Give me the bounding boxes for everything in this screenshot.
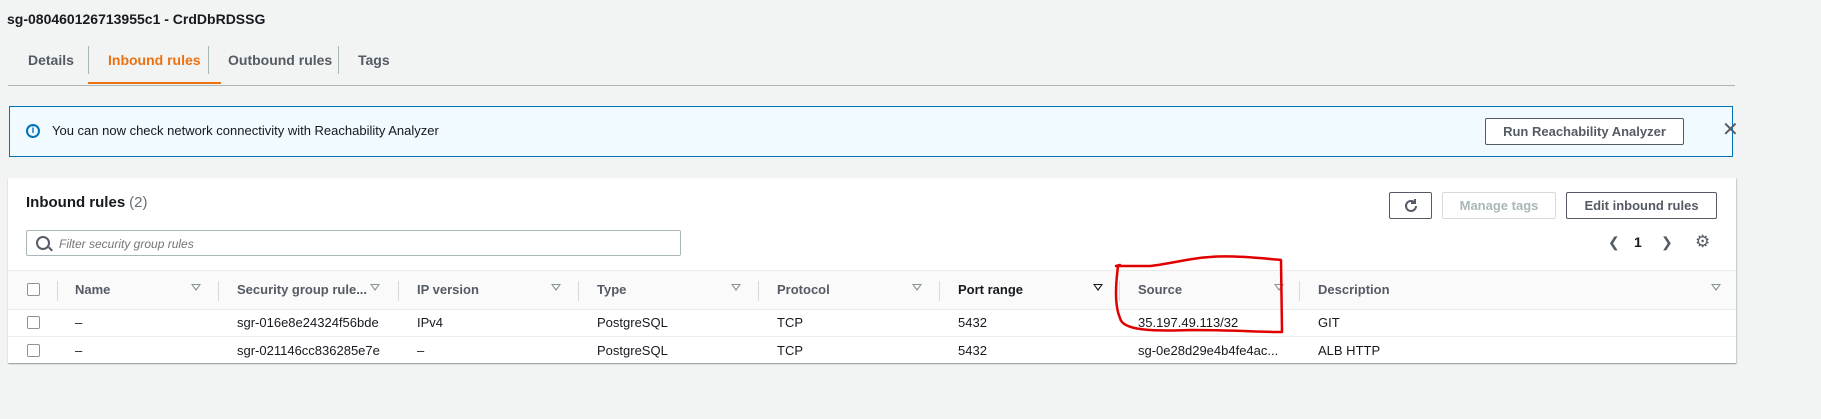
column-divider: [398, 281, 399, 301]
cell-type: PostgreSQL: [597, 315, 668, 330]
column-header-source[interactable]: Source: [1138, 282, 1182, 297]
column-header-name[interactable]: Name: [75, 282, 110, 297]
column-divider: [758, 281, 759, 301]
alert-message: You can now check network connectivity w…: [52, 123, 439, 138]
sort-icon[interactable]: [551, 284, 561, 291]
cell-ip-version: –: [417, 343, 425, 358]
cell-name: –: [75, 315, 83, 330]
page-title: sg-080460126713955c1 - CrdDbRDSSG: [7, 11, 266, 27]
cell-protocol: TCP: [777, 343, 803, 358]
edit-inbound-rules-button[interactable]: Edit inbound rules: [1566, 192, 1717, 219]
chevron-right-icon[interactable]: ❯: [1661, 234, 1673, 251]
sort-icon[interactable]: [912, 284, 922, 291]
column-header-description[interactable]: Description: [1318, 282, 1390, 297]
manage-tags-button[interactable]: Manage tags: [1442, 192, 1556, 219]
column-divider: [1119, 281, 1120, 301]
column-header-type[interactable]: Type: [597, 282, 626, 297]
close-icon[interactable]: ✕: [1722, 120, 1739, 140]
sort-icon[interactable]: [731, 284, 741, 291]
table-row[interactable]: – sgr-021146cc836285e7e – PostgreSQL TCP…: [8, 337, 1736, 364]
sort-icon[interactable]: [1093, 284, 1103, 291]
column-divider: [939, 281, 940, 301]
column-divider: [1299, 281, 1300, 301]
gear-icon[interactable]: ⚙: [1695, 232, 1710, 252]
cell-port-range: 5432: [958, 315, 987, 330]
column-header-port-range[interactable]: Port range: [958, 282, 1023, 297]
cell-ip-version: IPv4: [417, 315, 444, 330]
row-checkbox[interactable]: [27, 344, 40, 357]
table-header: Name Security group rule... IP version T…: [8, 270, 1736, 310]
cell-protocol: TCP: [777, 315, 803, 330]
inbound-rules-panel: Inbound rules (2) Manage tags Edit inboun…: [8, 178, 1736, 363]
chevron-left-icon[interactable]: ❮: [1608, 234, 1620, 251]
column-header-ip-version[interactable]: IP version: [417, 282, 479, 297]
cell-name: –: [75, 343, 83, 358]
rule-count: (2): [129, 194, 148, 211]
info-alert: i You can now check network connectivity…: [9, 106, 1739, 157]
info-icon: i: [26, 124, 40, 138]
tab-outbound-rules[interactable]: Outbound rules: [208, 40, 352, 84]
search-icon: [36, 236, 50, 250]
panel-title-text: Inbound rules: [26, 194, 126, 211]
cell-source: sg-0e28d29e4b4fe4ac...: [1138, 343, 1279, 358]
run-reachability-analyzer-button[interactable]: Run Reachability Analyzer: [1485, 118, 1684, 145]
page-number[interactable]: 1: [1634, 234, 1642, 250]
panel-title: Inbound rules (2): [26, 194, 148, 211]
cell-port-range: 5432: [958, 343, 987, 358]
search-input[interactable]: [57, 234, 661, 254]
refresh-icon: [1404, 199, 1417, 212]
tab-bar: Details Inbound rules Outbound rules Tag…: [8, 40, 1735, 86]
sort-icon[interactable]: [370, 284, 380, 291]
refresh-button[interactable]: [1389, 192, 1432, 219]
table-row[interactable]: – sgr-016e8e24324f56bde IPv4 PostgreSQL …: [8, 309, 1736, 337]
column-header-rule-id[interactable]: Security group rule...: [237, 282, 367, 297]
column-divider: [218, 281, 219, 301]
column-divider: [578, 281, 579, 301]
cell-source: 35.197.49.113/32: [1138, 315, 1239, 330]
filter-search-box: [26, 230, 681, 256]
sort-icon[interactable]: [1711, 284, 1721, 291]
sort-icon[interactable]: [191, 284, 201, 291]
column-header-protocol[interactable]: Protocol: [777, 282, 830, 297]
tab-details[interactable]: Details: [8, 40, 94, 84]
tab-tags[interactable]: Tags: [338, 40, 410, 84]
sort-icon[interactable]: [1274, 284, 1284, 291]
cell-rule-id: sgr-021146cc836285e7e: [237, 343, 380, 358]
cell-rule-id: sgr-016e8e24324f56bde: [237, 315, 379, 330]
cell-description: ALB HTTP: [1318, 343, 1381, 358]
cell-type: PostgreSQL: [597, 343, 668, 358]
tab-inbound-rules[interactable]: Inbound rules: [88, 40, 221, 84]
cell-description: GIT: [1318, 315, 1340, 330]
column-divider: [57, 281, 58, 301]
select-all-checkbox[interactable]: [27, 283, 40, 296]
row-checkbox[interactable]: [27, 316, 40, 329]
